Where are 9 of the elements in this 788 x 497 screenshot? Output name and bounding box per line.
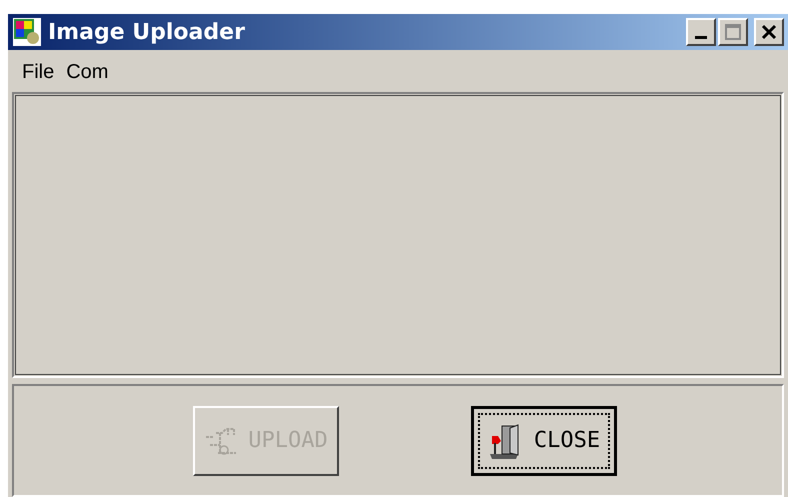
menu-item[interactable]: Com xyxy=(66,57,108,87)
window-title: Image Uploader xyxy=(48,18,245,46)
app-icon xyxy=(12,17,42,47)
close-icon xyxy=(761,24,777,40)
close-button[interactable]: CLOSE xyxy=(471,406,617,476)
maximize-button[interactable] xyxy=(718,18,748,46)
minimize-button[interactable] xyxy=(686,18,716,46)
menu-item[interactable]: File xyxy=(22,57,54,87)
close-window-button[interactable] xyxy=(754,18,784,46)
